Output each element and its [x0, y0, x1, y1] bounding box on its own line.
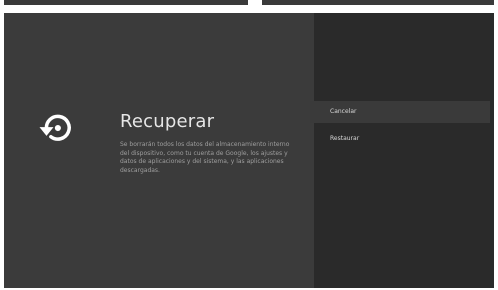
top-bar: [0, 0, 498, 12]
cancel-option[interactable]: Cancelar: [310, 101, 490, 123]
top-strip-right: [262, 0, 494, 5]
restore-option[interactable]: Restaurar: [310, 128, 490, 150]
guidance-panel: Recuperar Se borrarán todos los datos de…: [4, 13, 314, 288]
top-strip-left: [4, 0, 248, 5]
actions-panel: [314, 13, 494, 288]
page-description: Se borrarán todos los datos del almacena…: [120, 141, 290, 174]
tv-screen: Recuperar Se borrarán todos los datos de…: [4, 13, 494, 288]
page-title: Recuperar: [120, 111, 215, 132]
restore-icon: [39, 114, 71, 141]
